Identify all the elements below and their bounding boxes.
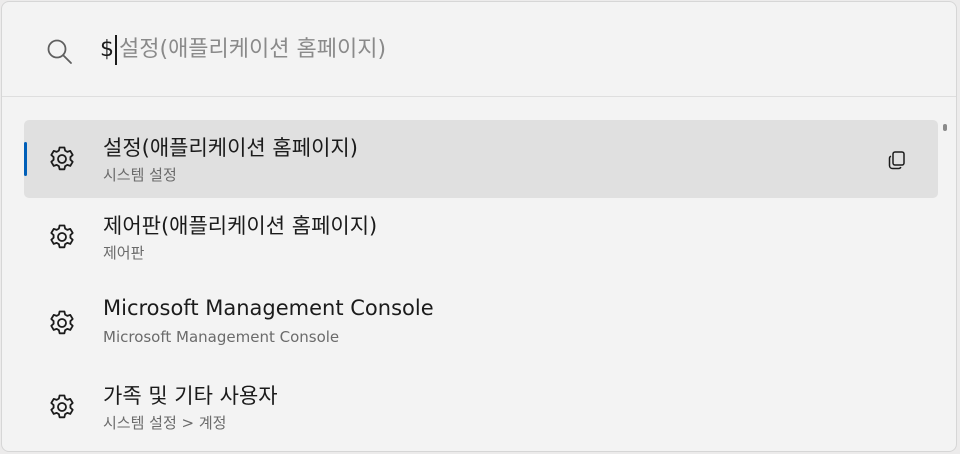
search-query[interactable]: $: [100, 32, 114, 68]
gear-icon: [50, 146, 74, 171]
result-title: 제어판(애플리케이션 홈페이지): [103, 214, 378, 238]
gear-icon: [50, 310, 74, 335]
result-subtitle: 시스템 설정 > 계정: [103, 414, 227, 432]
result-item-mmc[interactable]: Microsoft Management Console Microsoft M…: [24, 284, 938, 362]
result-subtitle: 시스템 설정: [103, 166, 177, 184]
result-subtitle: Microsoft Management Console: [103, 328, 340, 346]
copy-icon[interactable]: [886, 149, 908, 171]
text-caret: [115, 35, 117, 65]
result-subtitle: 제어판: [103, 244, 145, 262]
search-input[interactable]: $ 설정(애플리케이션 홈페이지): [100, 32, 386, 68]
result-item-family-users[interactable]: 가족 및 기타 사용자 시스템 설정 > 계정: [24, 368, 938, 446]
scrollbar-thumb[interactable]: [943, 124, 947, 131]
gear-icon: [50, 394, 74, 419]
result-item-control-panel[interactable]: 제어판(애플리케이션 홈페이지) 제어판: [24, 198, 938, 276]
search-placeholder: 설정(애플리케이션 홈페이지): [119, 37, 387, 62]
gear-icon: [50, 224, 74, 249]
launcher-window: $ 설정(애플리케이션 홈페이지) 설정(애플리케이션 홈페이지) 시스템 설정: [1, 1, 957, 452]
selection-indicator: [24, 142, 27, 176]
search-bar: $ 설정(애플리케이션 홈페이지): [2, 2, 956, 97]
result-title: 가족 및 기타 사용자: [103, 384, 278, 408]
search-icon: [47, 39, 72, 64]
result-title: 설정(애플리케이션 홈페이지): [103, 136, 358, 160]
results-list: 설정(애플리케이션 홈페이지) 시스템 설정 제어판(애플리케이션 홈페이지) …: [2, 98, 956, 451]
result-item-settings[interactable]: 설정(애플리케이션 홈페이지) 시스템 설정: [24, 120, 938, 198]
result-title: Microsoft Management Console: [103, 296, 434, 320]
